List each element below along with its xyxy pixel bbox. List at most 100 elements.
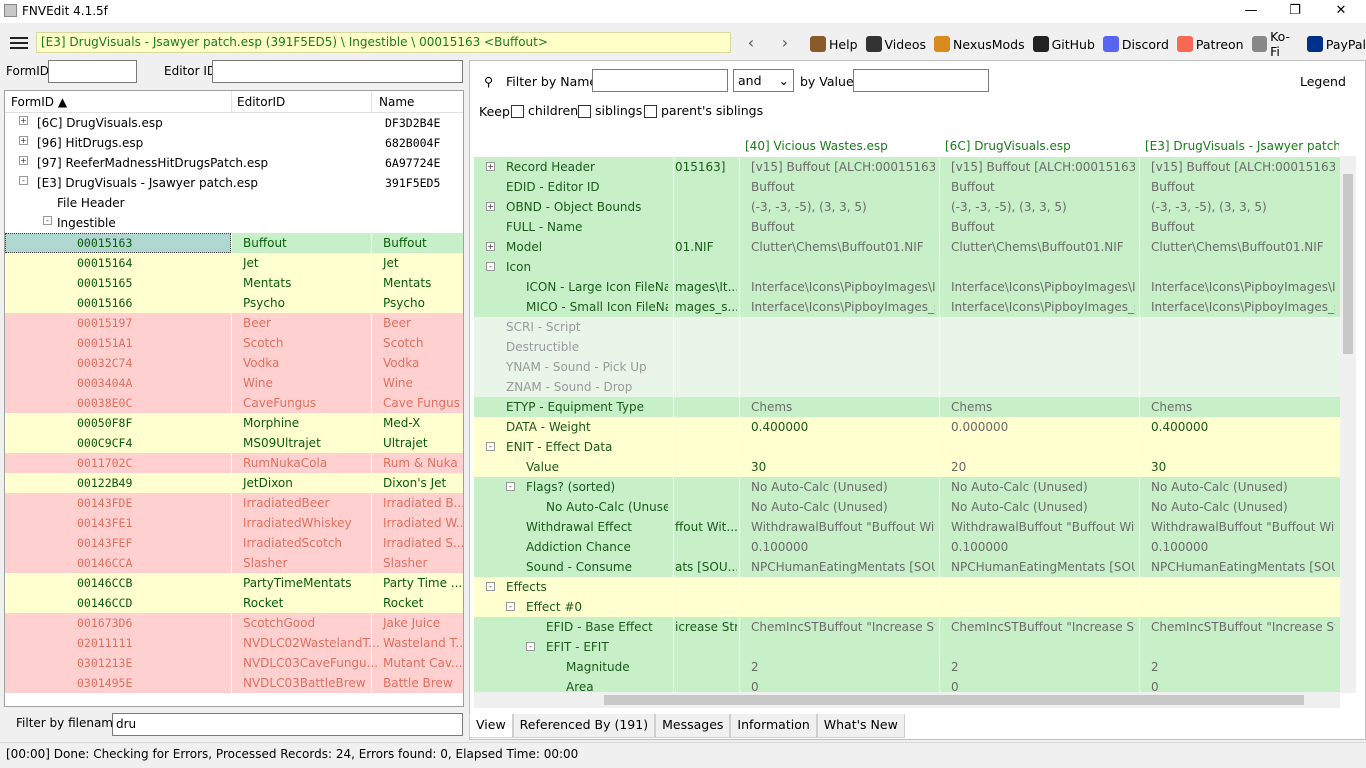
- record-row[interactable]: 00015164 Jet Jet: [5, 253, 463, 273]
- record-row[interactable]: 000151A1 Scotch Scotch: [5, 333, 463, 353]
- record-row[interactable]: 00015163 Buffout Buffout: [5, 233, 463, 253]
- back-icon[interactable]: ‹: [741, 33, 761, 53]
- link-nexusmods[interactable]: nexus-iconNexusMods: [934, 36, 1025, 52]
- expand-icon[interactable]: -: [486, 262, 495, 271]
- record-row[interactable]: 00050F8F Morphine Med-X: [5, 413, 463, 433]
- grid-row[interactable]: SCRI - Script: [474, 317, 1340, 337]
- link-github[interactable]: github-iconGitHub: [1032, 36, 1095, 52]
- expand-icon[interactable]: +: [19, 116, 28, 125]
- grid-row[interactable]: Addiction Chance 0.100000 0.100000 0.100000: [474, 537, 1340, 557]
- tab-referencedby[interactable]: Referenced By (191): [512, 714, 656, 738]
- expand-icon[interactable]: +: [19, 156, 28, 165]
- grid-row[interactable]: Sound - Consume ats [SOU... NPCHumanEating…: [474, 557, 1340, 577]
- expand-icon[interactable]: -: [506, 482, 515, 491]
- filter-filename-input[interactable]: dru: [112, 713, 463, 736]
- expand-icon[interactable]: +: [19, 136, 28, 145]
- record-row[interactable]: 00146CCA Slasher Slasher: [5, 553, 463, 573]
- tree-node[interactable]: - Ingestible: [5, 213, 463, 233]
- tree-node[interactable]: + [6C] DrugVisuals.esp DF3D2B4E: [5, 113, 463, 133]
- grid-row[interactable]: DATA - Weight 0.400000 0.000000 0.400000: [474, 417, 1340, 437]
- record-path[interactable]: [E3] DrugVisuals - Jsawyer patch.esp (39…: [36, 32, 731, 53]
- editorid-input[interactable]: [212, 60, 463, 83]
- grid-row[interactable]: FULL - Name Buffout Buffout Buffout: [474, 217, 1340, 237]
- tab-view[interactable]: View: [469, 714, 513, 738]
- grid-row[interactable]: YNAM - Sound - Pick Up: [474, 357, 1340, 377]
- expand-icon[interactable]: +: [486, 202, 495, 211]
- legend-button[interactable]: Legend: [1300, 74, 1346, 89]
- grid-row[interactable]: ICON - Large Icon FileNa... mages\It... In…: [474, 277, 1340, 297]
- expand-icon[interactable]: -: [486, 582, 495, 591]
- record-row[interactable]: 001673D6 ScotchGood Jake Juice: [5, 613, 463, 633]
- tab-whatsnew[interactable]: What's New: [816, 714, 905, 738]
- vertical-scrollbar[interactable]: [1340, 156, 1356, 693]
- record-row[interactable]: 0003404A Wine Wine: [5, 373, 463, 393]
- menu-icon[interactable]: [10, 37, 28, 49]
- tab-information[interactable]: Information: [730, 714, 817, 738]
- record-row[interactable]: 00143FDE IrradiatedBeer Irradiated B...: [5, 493, 463, 513]
- grid-row[interactable]: Area 0 0 0: [474, 677, 1340, 693]
- tree-node[interactable]: + [96] HitDrugs.esp 682B004F: [5, 133, 463, 153]
- filter-name-input[interactable]: [592, 69, 728, 92]
- keep-children-checkbox[interactable]: children: [511, 103, 578, 118]
- grid-row[interactable]: EFID - Base Effect icrease Str... ChemIncS…: [474, 617, 1340, 637]
- record-row[interactable]: 00032C74 Vodka Vodka: [5, 353, 463, 373]
- grid-row[interactable]: Magnitude 2 2 2: [474, 657, 1340, 677]
- tab-messages[interactable]: Messages: [655, 714, 731, 738]
- link-videos[interactable]: video-iconVideos: [865, 36, 926, 52]
- record-row[interactable]: 00122B49 JetDixon Dixon's Jet: [5, 473, 463, 493]
- grid-row[interactable]: - Icon: [474, 257, 1340, 277]
- record-row[interactable]: 0011702C RumNukaCola Rum & Nuka: [5, 453, 463, 473]
- grid-row[interactable]: + OBND - Object Bounds (-3, -3, -5), (3, 3…: [474, 197, 1340, 217]
- col-name[interactable]: Name: [379, 95, 414, 109]
- link-discord[interactable]: discord-iconDiscord: [1102, 36, 1169, 52]
- maximize-button[interactable]: ❐: [1272, 0, 1318, 23]
- expand-icon[interactable]: -: [43, 216, 52, 225]
- col-vicious-wastes[interactable]: [40] Vicious Wastes.esp: [745, 139, 941, 153]
- record-row[interactable]: 000C9CF4 MS09Ultrajet Ultrajet: [5, 433, 463, 453]
- record-row[interactable]: 00146CCB PartyTimeMentats Party Time ...: [5, 573, 463, 593]
- grid-row[interactable]: + Model 01.NIF Clutter\Chems\Buffout01.NIF C…: [474, 237, 1340, 257]
- close-button[interactable]: ✕: [1318, 0, 1364, 23]
- col-editorid[interactable]: EditorID: [237, 95, 285, 109]
- record-row[interactable]: 0301213E NVDLC03CaveFungu... Mutant Cav...: [5, 653, 463, 673]
- expand-icon[interactable]: -: [526, 642, 535, 651]
- pin-icon[interactable]: ⚲: [484, 74, 493, 89]
- grid-row[interactable]: - Effect #0: [474, 597, 1340, 617]
- record-row[interactable]: 00146CCD Rocket Rocket: [5, 593, 463, 613]
- expand-icon[interactable]: +: [486, 162, 495, 171]
- grid-row[interactable]: - Flags? (sorted) No Auto-Calc (Unused) No …: [474, 477, 1340, 497]
- grid-row[interactable]: Destructible: [474, 337, 1340, 357]
- record-row[interactable]: 00015166 Psycho Psycho: [5, 293, 463, 313]
- expand-icon[interactable]: -: [19, 176, 28, 185]
- grid-row[interactable]: ZNAM - Sound - Drop: [474, 377, 1340, 397]
- grid-row[interactable]: No Auto-Calc (Unuse... No Auto-Calc (Unus…: [474, 497, 1340, 517]
- tree-node[interactable]: File Header: [5, 193, 463, 213]
- link-help[interactable]: book-iconHelp: [810, 36, 858, 52]
- grid-row[interactable]: Value 30 20 30: [474, 457, 1340, 477]
- grid-row[interactable]: EDID - Editor ID Buffout Buffout Buffout: [474, 177, 1340, 197]
- formid-input[interactable]: [48, 60, 137, 83]
- tree-node[interactable]: - [E3] DrugVisuals - Jsawyer patch.esp 391…: [5, 173, 463, 193]
- grid-row[interactable]: ETYP - Equipment Type Chems Chems Chems: [474, 397, 1340, 417]
- record-row[interactable]: 02011111 NVDLC02WastelandT... Wasteland T.…: [5, 633, 463, 653]
- filter-value-input[interactable]: [853, 69, 989, 92]
- horizontal-scrollbar[interactable]: [474, 692, 1340, 708]
- minimize-button[interactable]: —: [1228, 0, 1274, 23]
- keep-siblings-checkbox[interactable]: siblings: [578, 103, 642, 118]
- grid-row[interactable]: + Record Header 015163] [v15] Buffout [ALCH…: [474, 157, 1340, 177]
- forward-icon[interactable]: ›: [775, 33, 795, 53]
- record-row[interactable]: 00015165 Mentats Mentats: [5, 273, 463, 293]
- grid-row[interactable]: Withdrawal Effect ffout Wit... WithdrawalB…: [474, 517, 1340, 537]
- expand-icon[interactable]: -: [486, 442, 495, 451]
- record-row[interactable]: 00038E0C CaveFungus Cave Fungus: [5, 393, 463, 413]
- tree-node[interactable]: + [97] ReeferMadnessHitDrugsPatch.esp 6A97…: [5, 153, 463, 173]
- record-row[interactable]: 00143FE1 IrradiatedWhiskey Irradiated W...: [5, 513, 463, 533]
- grid-row[interactable]: - EFIT - EFIT: [474, 637, 1340, 657]
- col-drugvisuals[interactable]: [6C] DrugVisuals.esp: [945, 139, 1141, 153]
- expand-icon[interactable]: +: [486, 242, 495, 251]
- expand-icon[interactable]: -: [506, 602, 515, 611]
- grid-row[interactable]: - Effects: [474, 577, 1340, 597]
- record-row[interactable]: 00015197 Beer Beer: [5, 313, 463, 333]
- grid-row[interactable]: - ENIT - Effect Data: [474, 437, 1340, 457]
- grid-row[interactable]: MICO - Small Icon FileNa... mages_s... Int…: [474, 297, 1340, 317]
